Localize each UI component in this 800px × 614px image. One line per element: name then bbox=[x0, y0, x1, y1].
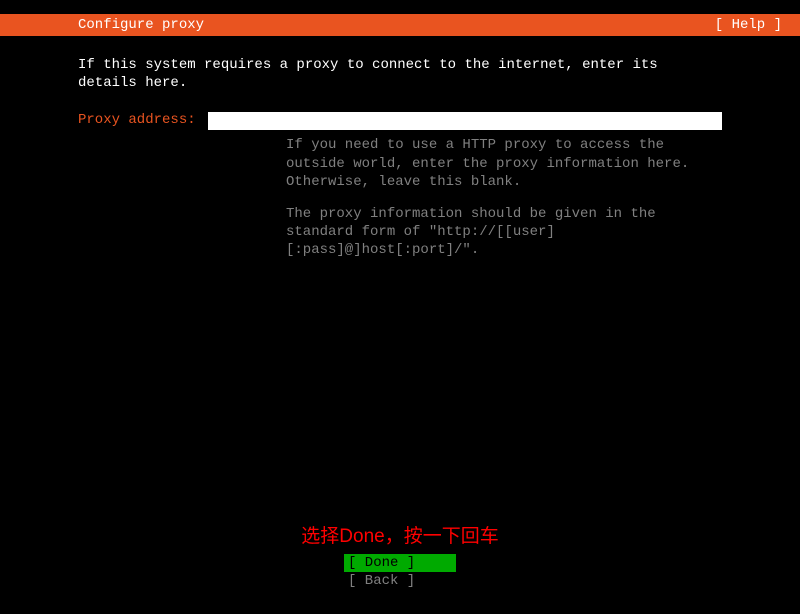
content-area: If this system requires a proxy to conne… bbox=[0, 36, 800, 260]
help-button[interactable]: [ Help ] bbox=[715, 17, 782, 33]
back-button[interactable]: [ Back ] bbox=[344, 572, 456, 590]
intro-text: If this system requires a proxy to conne… bbox=[78, 56, 722, 92]
proxy-help-text-1: If you need to use a HTTP proxy to acces… bbox=[78, 136, 722, 191]
proxy-form-row: Proxy address: bbox=[78, 112, 722, 130]
proxy-help-text-2: The proxy information should be given in… bbox=[78, 205, 722, 260]
done-button[interactable]: [ Done ] bbox=[344, 554, 456, 572]
button-row: [ Done ] [ Back ] bbox=[0, 554, 800, 590]
proxy-label: Proxy address: bbox=[78, 112, 208, 128]
annotation-text: 选择Done，按一下回车 bbox=[0, 521, 800, 548]
header-bar: Configure proxy [ Help ] bbox=[0, 14, 800, 36]
page-title: Configure proxy bbox=[78, 17, 204, 33]
proxy-address-input[interactable] bbox=[208, 112, 722, 130]
